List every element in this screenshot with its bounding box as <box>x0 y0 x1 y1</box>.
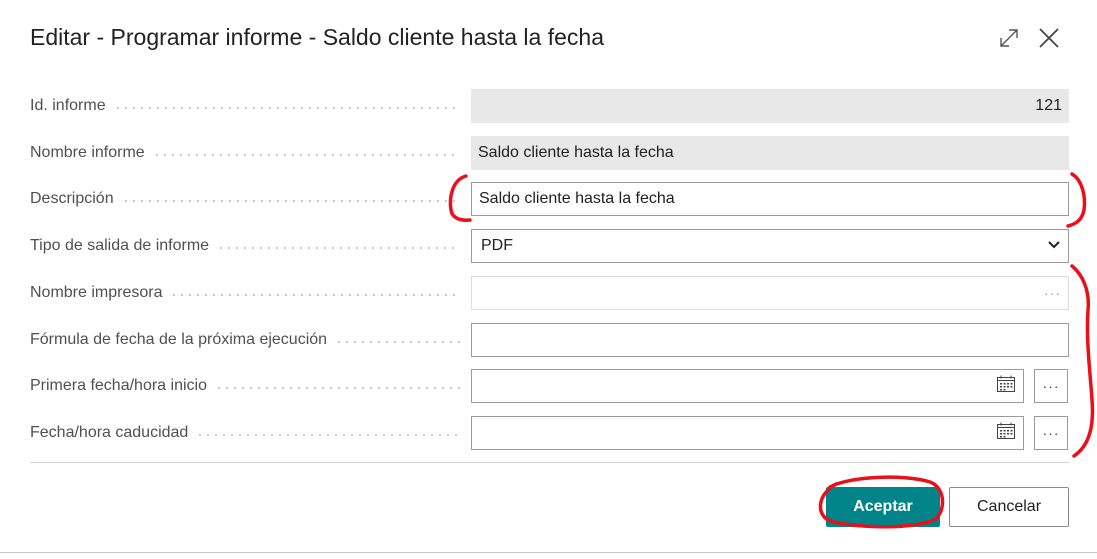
field-row-expiration: Fecha/hora caducidad ··· <box>30 416 1070 450</box>
field-row-report-name: Nombre informe Saldo cliente hasta la fe… <box>30 136 1070 170</box>
close-icon[interactable] <box>1035 24 1063 52</box>
description-value: Saldo cliente hasta la fecha <box>479 190 675 207</box>
output-type-value: PDF <box>481 237 513 254</box>
report-name-label: Nombre informe <box>30 144 145 161</box>
field-row-output-type: Tipo de salida de informe PDF <box>30 229 1070 263</box>
field-row-description: Descripción Saldo cliente hasta la fecha <box>30 182 1070 216</box>
label-leader-dots <box>335 341 460 343</box>
expiration-input[interactable] <box>471 416 1024 450</box>
ok-button[interactable]: Aceptar <box>826 487 940 527</box>
label-leader-dots <box>217 247 460 249</box>
label-leader-dots <box>214 387 460 389</box>
description-input[interactable]: Saldo cliente hasta la fecha <box>471 182 1069 216</box>
field-row-report-id: Id. informe 121 <box>30 89 1070 123</box>
label-leader-dots <box>113 107 460 109</box>
field-row-next-run-formula: Fórmula de fecha de la próxima ejecución <box>30 323 1070 357</box>
report-name-field: Saldo cliente hasta la fecha <box>471 136 1069 170</box>
label-leader-dots <box>152 154 460 156</box>
schedule-report-dialog: Editar - Programar informe - Saldo clien… <box>0 0 1097 558</box>
calendar-icon[interactable] <box>996 375 1016 398</box>
printer-name-input[interactable]: ··· <box>471 276 1069 310</box>
footer-divider <box>30 462 1070 463</box>
cancel-button[interactable]: Cancelar <box>949 487 1069 527</box>
calendar-icon[interactable] <box>996 422 1016 445</box>
report-id-value: 121 <box>1035 97 1062 114</box>
next-run-formula-input[interactable] <box>471 323 1069 357</box>
expand-icon[interactable] <box>995 24 1023 52</box>
report-id-label: Id. informe <box>30 97 106 114</box>
first-start-label: Primera fecha/hora inicio <box>30 377 207 394</box>
chevron-down-icon <box>1047 237 1061 255</box>
output-type-select[interactable]: PDF <box>471 229 1069 263</box>
description-label: Descripción <box>30 190 114 207</box>
printer-name-label: Nombre impresora <box>30 284 163 301</box>
expiration-more-button[interactable]: ··· <box>1034 416 1068 450</box>
field-row-printer-name: Nombre impresora ··· <box>30 276 1070 310</box>
expiration-label: Fecha/hora caducidad <box>30 424 189 441</box>
first-start-input[interactable] <box>471 369 1024 403</box>
label-leader-dots <box>121 200 460 202</box>
printer-lookup-ellipsis-icon[interactable]: ··· <box>1044 285 1061 301</box>
next-run-formula-label: Fórmula de fecha de la próxima ejecución <box>30 331 328 348</box>
output-type-label: Tipo de salida de informe <box>30 237 210 254</box>
label-leader-dots <box>170 294 460 296</box>
report-name-value: Saldo cliente hasta la fecha <box>478 144 674 161</box>
first-start-more-button[interactable]: ··· <box>1034 369 1068 403</box>
label-leader-dots <box>196 434 460 436</box>
report-id-field: 121 <box>471 89 1069 123</box>
dialog-title: Editar - Programar informe - Saldo clien… <box>30 24 604 50</box>
field-row-first-start: Primera fecha/hora inicio ··· <box>30 369 1070 403</box>
